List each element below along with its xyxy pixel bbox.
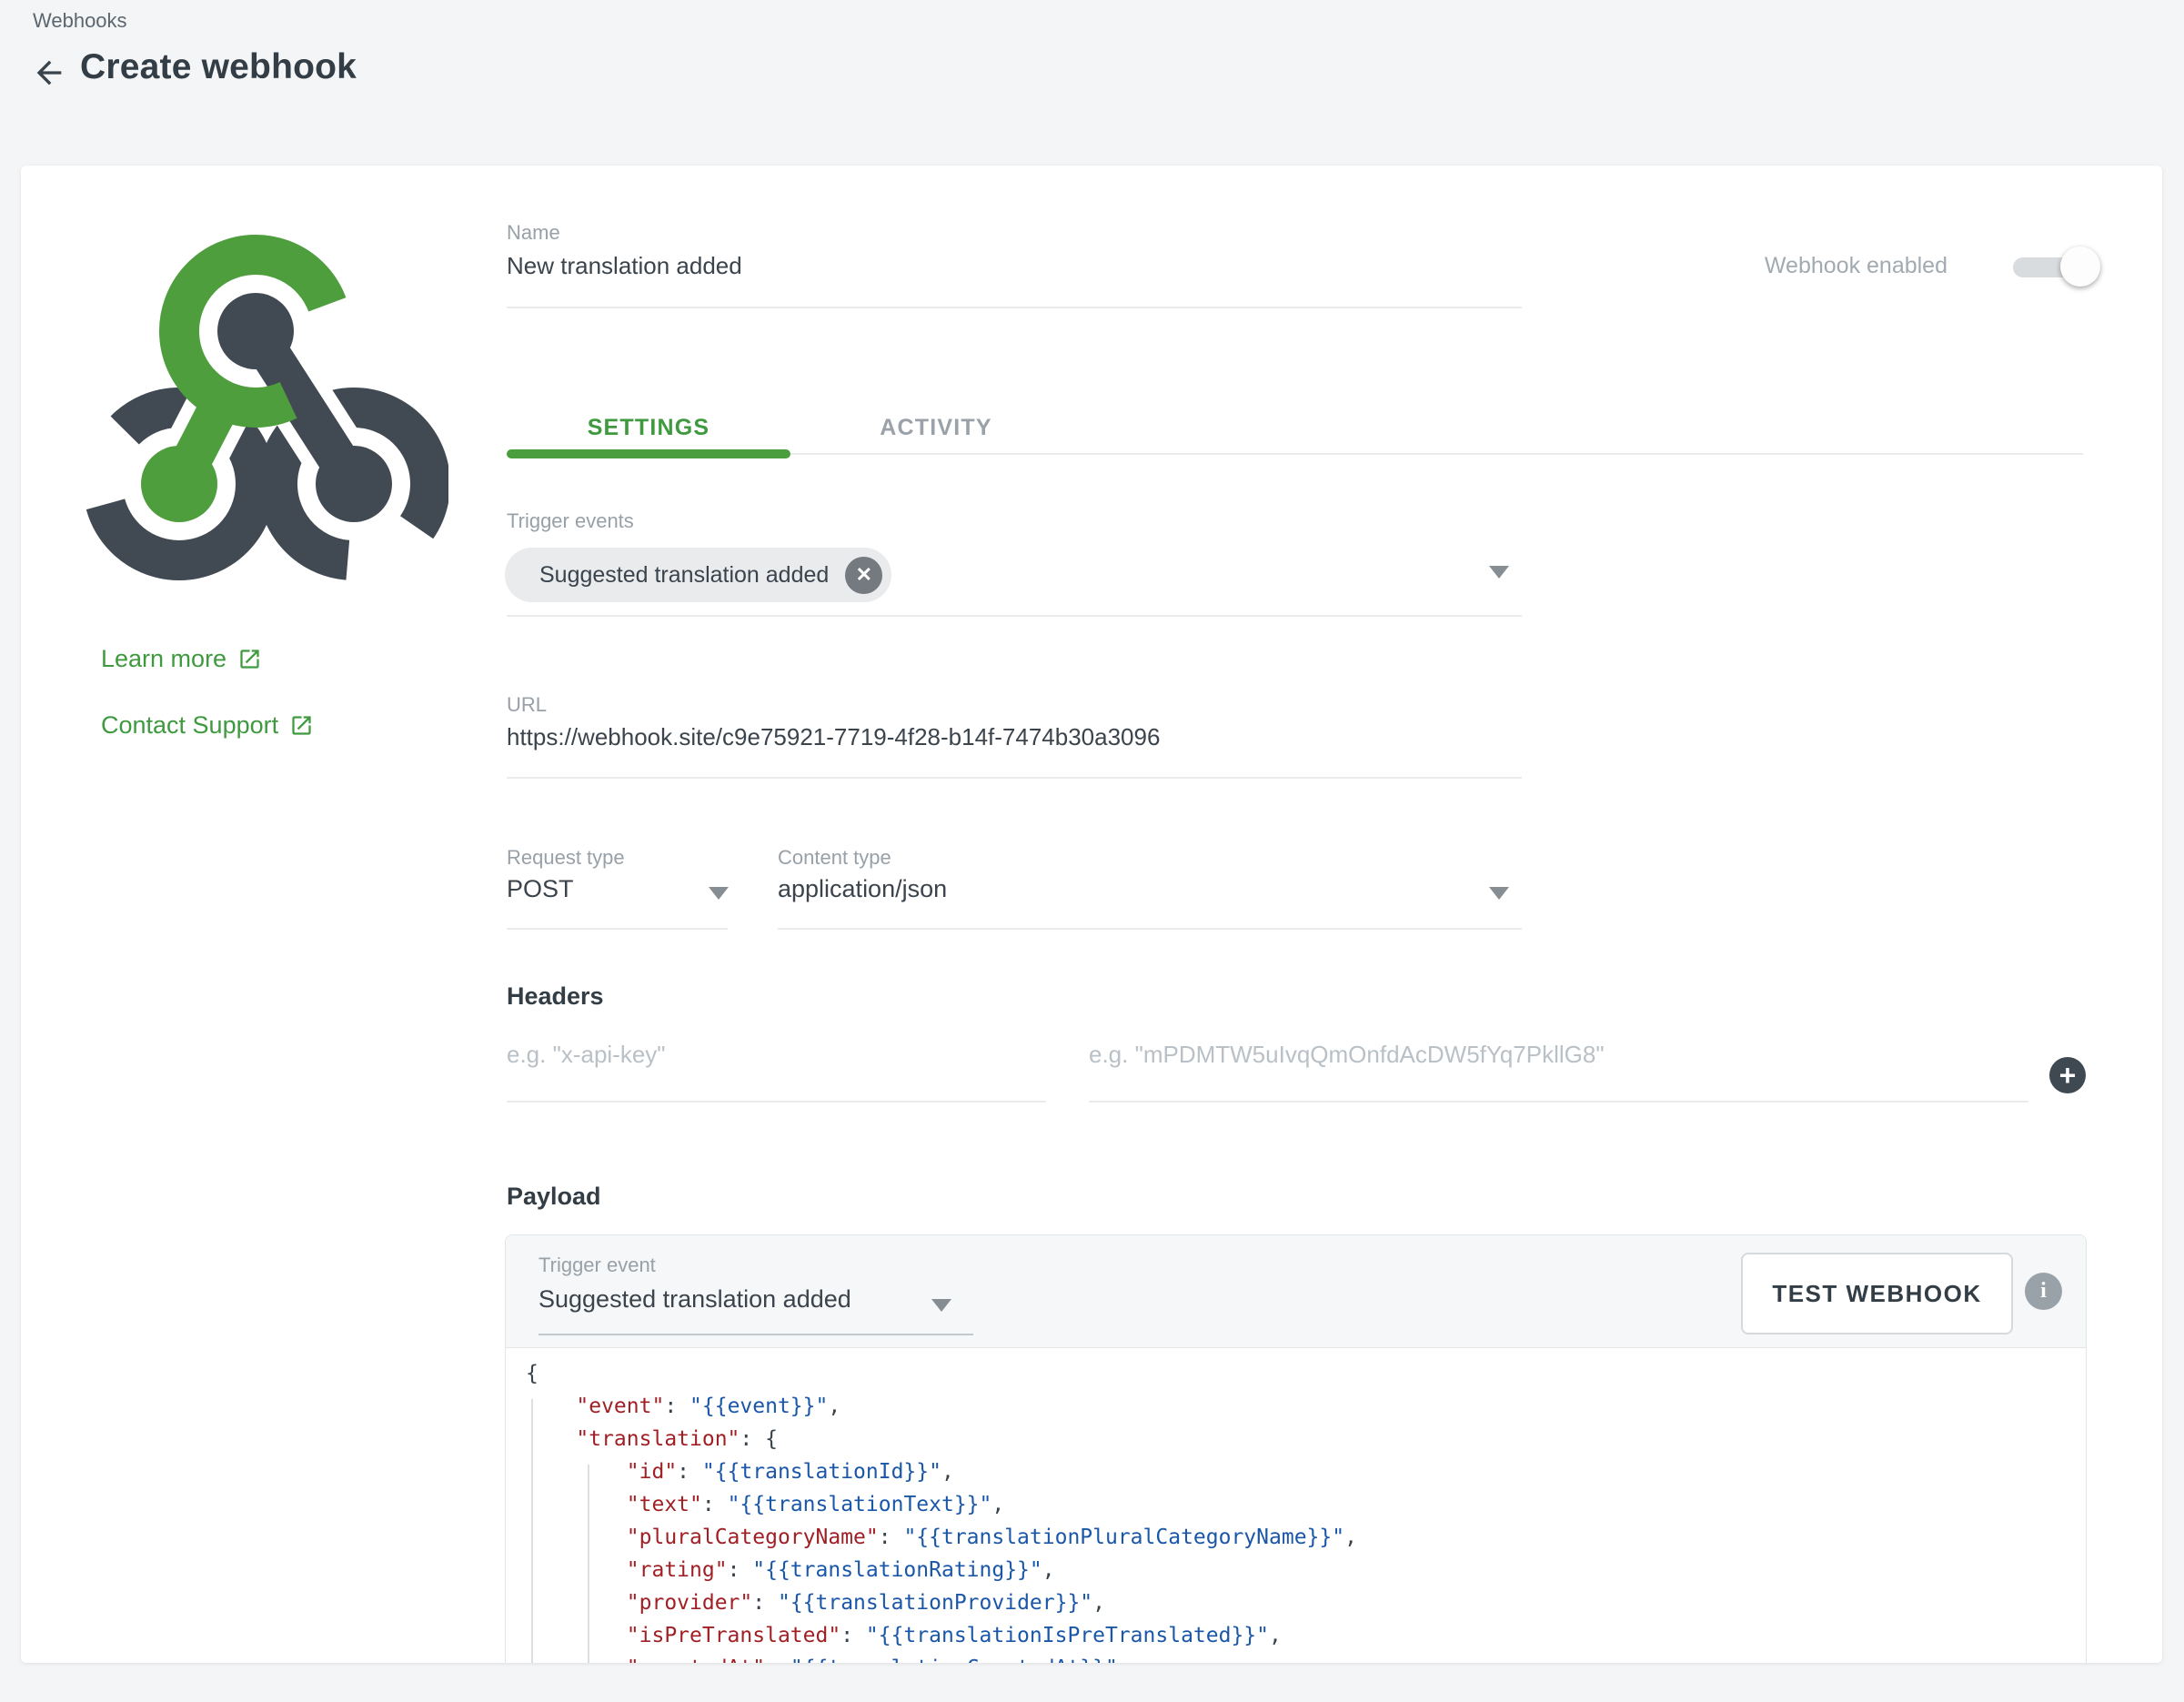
arrow-back-icon: [31, 55, 67, 91]
tab-activity[interactable]: ACTIVITY: [790, 404, 1082, 451]
name-label: Name: [507, 221, 560, 245]
request-type-select[interactable]: POST: [507, 875, 574, 903]
payload-code-editor[interactable]: { "event": "{{event}}", "translation": {…: [506, 1348, 2086, 1663]
page-title: Create webhook: [80, 47, 357, 87]
url-underline: [507, 777, 1522, 779]
trigger-events-underline: [507, 615, 1522, 617]
header-key-underline: [507, 1101, 1046, 1103]
payload-heading: Payload: [507, 1183, 601, 1211]
indent-guide: [531, 1399, 533, 1663]
back-button[interactable]: [27, 51, 71, 95]
url-input[interactable]: [507, 723, 1507, 751]
external-link-icon: [237, 647, 262, 671]
url-label: URL: [507, 693, 547, 717]
request-type-caret-icon[interactable]: [709, 887, 729, 900]
trigger-events-label: Trigger events: [507, 509, 634, 533]
headers-heading: Headers: [507, 982, 604, 1011]
payload-trigger-event-caret-icon[interactable]: [931, 1299, 951, 1312]
header-value-input[interactable]: [1089, 1041, 1998, 1069]
test-webhook-button[interactable]: TEST WEBHOOK: [1741, 1253, 2013, 1334]
content-type-caret-icon[interactable]: [1489, 887, 1509, 900]
tab-settings[interactable]: SETTINGS: [507, 404, 790, 451]
payload-trigger-event-underline: [538, 1334, 973, 1335]
trigger-events-dropdown-caret-icon[interactable]: [1489, 566, 1509, 579]
request-type-underline: [507, 928, 728, 930]
name-underline: [507, 307, 1522, 308]
tab-divider: [790, 453, 2083, 455]
content-type-select[interactable]: application/json: [778, 875, 947, 903]
name-input[interactable]: [507, 252, 1507, 280]
webhook-enabled-toggle-thumb[interactable]: [2060, 247, 2100, 287]
payload-header: Trigger event Suggested translation adde…: [506, 1235, 2086, 1348]
content-type-underline: [778, 928, 1522, 930]
payload-box: Trigger event Suggested translation adde…: [505, 1234, 2087, 1663]
breadcrumb[interactable]: Webhooks: [33, 9, 127, 33]
payload-trigger-event-label: Trigger event: [538, 1254, 656, 1277]
webhook-card: Learn more Contact Support Name Webhook …: [21, 166, 2162, 1663]
info-button[interactable]: i: [2025, 1273, 2062, 1310]
request-type-label: Request type: [507, 846, 625, 870]
payload-code: { "event": "{{event}}", "translation": {…: [506, 1348, 2086, 1663]
learn-more-link[interactable]: Learn more: [101, 645, 262, 673]
contact-support-label: Contact Support: [101, 711, 278, 740]
indent-guide: [588, 1465, 589, 1663]
info-icon: i: [2040, 1279, 2047, 1304]
header-key-input[interactable]: [507, 1041, 1016, 1069]
chip-remove-button[interactable]: ✕: [845, 557, 882, 594]
webhook-logo-icon: [85, 218, 448, 582]
add-header-button[interactable]: +: [2049, 1057, 2086, 1093]
payload-trigger-event-select[interactable]: Suggested translation added: [538, 1285, 851, 1314]
trigger-event-chip[interactable]: Suggested translation added ✕: [505, 548, 891, 602]
content-type-label: Content type: [778, 846, 891, 870]
learn-more-label: Learn more: [101, 645, 226, 673]
header-value-underline: [1089, 1101, 2028, 1103]
active-tab-indicator: [507, 449, 790, 458]
trigger-event-chip-label: Suggested translation added: [539, 562, 829, 589]
close-icon: ✕: [856, 563, 872, 587]
webhook-enabled-label: Webhook enabled: [1765, 253, 1947, 279]
contact-support-link[interactable]: Contact Support: [101, 711, 314, 740]
external-link-icon: [289, 713, 314, 738]
